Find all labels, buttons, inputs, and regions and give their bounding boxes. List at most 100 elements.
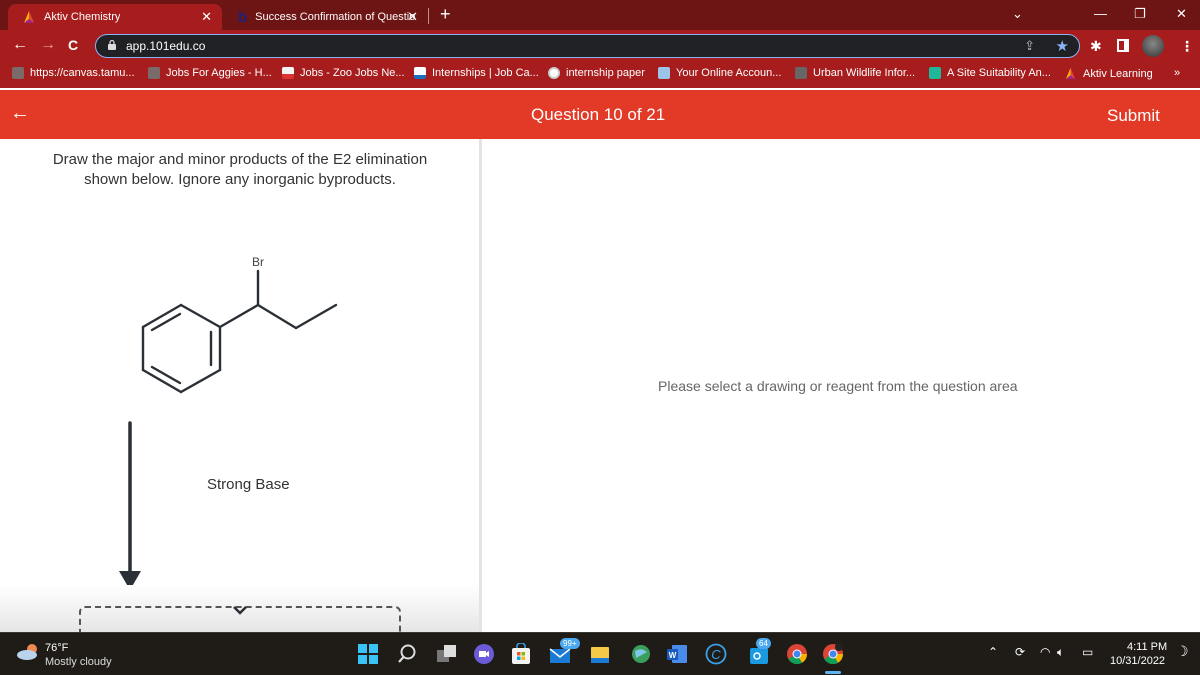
- reagent-label[interactable]: Strong Base: [207, 476, 290, 493]
- bromine-label: Br: [252, 255, 264, 269]
- close-tab-icon[interactable]: ✕: [201, 9, 212, 25]
- copyright-app-icon[interactable]: C: [705, 643, 727, 665]
- clock-date[interactable]: 10/31/2022: [1110, 655, 1165, 667]
- bookmark-canvas[interactable]: https://canvas.tamu...: [12, 67, 135, 79]
- tab-search-dropdown-icon[interactable]: ⌄: [1012, 6, 1023, 22]
- bookmarks-bar: https://canvas.tamu... Jobs For Aggies -…: [0, 62, 1200, 88]
- submit-button[interactable]: Submit: [1107, 106, 1160, 126]
- chevron-down-icon[interactable]: [232, 605, 248, 615]
- mail-unread-badge: 99+: [560, 638, 580, 649]
- chain-bond: [294, 303, 338, 330]
- bookmarks-overflow-button[interactable]: »: [1174, 67, 1180, 79]
- bookmark-online-account[interactable]: Your Online Accoun...: [658, 67, 781, 79]
- close-tab-icon[interactable]: ✕: [407, 9, 418, 25]
- show-hidden-icons-chevron[interactable]: ⌃: [988, 645, 998, 659]
- bookmark-label: https://canvas.tamu...: [30, 67, 135, 79]
- task-view-icon[interactable]: [436, 643, 458, 665]
- clock-time[interactable]: 4:11 PM: [1127, 641, 1167, 653]
- outlook-unread-badge: 64: [756, 638, 771, 649]
- weather-description[interactable]: Mostly cloudy: [45, 656, 112, 668]
- drawing-area[interactable]: Please select a drawing or reagent from …: [482, 139, 1200, 632]
- ring-bond: [179, 368, 222, 394]
- minimize-button[interactable]: —: [1094, 6, 1107, 21]
- tab-separator: [428, 8, 429, 24]
- wifi-icon[interactable]: ◠: [1040, 645, 1050, 659]
- bookmark-label: Internships | Job Ca...: [432, 67, 539, 79]
- double-bond-inner: [150, 365, 182, 385]
- ring-bond: [179, 303, 222, 329]
- back-button[interactable]: ←: [12, 36, 28, 54]
- bookmark-jobs-for-aggies[interactable]: Jobs For Aggies - H...: [148, 67, 272, 79]
- bookmark-urban-wildlife[interactable]: Urban Wildlife Infor...: [795, 67, 915, 79]
- volume-icon[interactable]: 🔈︎: [1057, 645, 1064, 660]
- aktiv-logo-icon: [1065, 67, 1076, 80]
- weather-temperature[interactable]: 76°F: [45, 642, 68, 654]
- lock-icon: [108, 40, 116, 50]
- tab-aktiv-chemistry[interactable]: Aktiv Chemistry ✕: [8, 4, 222, 30]
- bookmark-aktiv-learning[interactable]: Aktiv Learning: [1064, 67, 1153, 80]
- search-icon[interactable]: [396, 643, 418, 665]
- svg-text:C: C: [711, 647, 721, 662]
- side-panel-icon[interactable]: [1117, 39, 1129, 52]
- tamu-icon: [148, 67, 160, 79]
- teams-doc-icon: [929, 67, 941, 79]
- app-header: ← Question 10 of 21 Submit: [0, 90, 1200, 139]
- restore-button[interactable]: ❐: [1134, 6, 1146, 22]
- focus-assist-moon-icon[interactable]: ☽: [1176, 643, 1189, 660]
- double-bond-inner: [150, 312, 182, 332]
- more-menu-icon[interactable]: ⋮: [1180, 38, 1194, 55]
- address-bar[interactable]: app.101edu.co ⇪ ★: [95, 34, 1080, 58]
- svg-text:W: W: [669, 651, 677, 660]
- account-icon: [658, 67, 670, 79]
- chain-bond: [256, 303, 298, 330]
- placeholder-message: Please select a drawing or reagent from …: [658, 378, 1018, 394]
- microsoft-store-icon[interactable]: [510, 643, 532, 665]
- back-arrow-icon[interactable]: ←: [10, 102, 30, 125]
- aza-icon: [282, 67, 294, 79]
- share-icon[interactable]: ⇪: [1024, 38, 1035, 54]
- bookmark-label: Your Online Accoun...: [676, 67, 782, 79]
- bookmark-label: Aktiv Learning: [1083, 67, 1153, 80]
- tab-success-confirmation[interactable]: b Success Confirmation of Questio ✕: [228, 4, 428, 30]
- browser-tab-strip: Aktiv Chemistry ✕ b Success Confirmation…: [0, 0, 1200, 30]
- tab-title: Success Confirmation of Questio: [255, 11, 416, 23]
- word-icon[interactable]: W: [666, 643, 688, 665]
- windows-taskbar: 76°F Mostly cloudy 99+ W C 64 ⌃ ⟳ ◠ 🔈︎ ▭…: [0, 632, 1200, 675]
- reactant-molecule[interactable]: Br: [0, 139, 480, 585]
- bookmark-label: A Site Suitability An...: [947, 67, 1051, 79]
- teams-chat-icon[interactable]: [473, 643, 495, 665]
- bookmark-star-icon[interactable]: ★: [1056, 37, 1069, 55]
- cube-icon: [795, 67, 807, 79]
- globe-app-icon[interactable]: [630, 643, 652, 665]
- close-window-button[interactable]: ✕: [1176, 6, 1187, 22]
- bookmark-label: Jobs For Aggies - H...: [166, 67, 272, 79]
- sync-icon[interactable]: ⟳: [1015, 645, 1025, 659]
- url-text[interactable]: app.101edu.co: [126, 39, 205, 53]
- new-tab-button[interactable]: +: [440, 4, 451, 25]
- question-area: Draw the major and minor products of the…: [0, 139, 480, 646]
- aktiv-logo-icon: [24, 11, 34, 23]
- windows-start-icon[interactable]: [357, 643, 379, 665]
- profile-avatar[interactable]: [1142, 35, 1164, 57]
- globe-icon: [548, 67, 560, 79]
- bookmark-site-suitability[interactable]: A Site Suitability An...: [929, 67, 1051, 79]
- chrome-icon[interactable]: [786, 643, 808, 665]
- active-app-indicator: [825, 671, 841, 674]
- reload-button[interactable]: C: [68, 37, 78, 53]
- reaction-arrow-head: [119, 571, 141, 585]
- battery-icon[interactable]: ▭: [1082, 645, 1093, 659]
- tamu-icon: [12, 67, 24, 79]
- extensions-puzzle-icon[interactable]: ✱: [1090, 38, 1102, 55]
- bookmark-zoo-jobs[interactable]: Jobs - Zoo Jobs Ne...: [282, 67, 405, 79]
- internships-icon: [414, 67, 426, 79]
- browser-toolbar: ← → C app.101edu.co ⇪ ★ ✱ ⋮: [0, 30, 1200, 62]
- chain-bond: [218, 303, 260, 329]
- bookmark-internship-paper[interactable]: internship paper: [548, 67, 645, 79]
- file-explorer-icon[interactable]: [589, 643, 611, 665]
- cloudy-weather-icon[interactable]: [16, 643, 40, 661]
- bookmark-internships[interactable]: Internships | Job Ca...: [414, 67, 539, 79]
- question-counter: Question 10 of 21: [531, 105, 666, 124]
- chrome-profile-icon[interactable]: [822, 643, 844, 665]
- forward-button[interactable]: →: [40, 36, 56, 54]
- tab-title: Aktiv Chemistry: [44, 11, 121, 23]
